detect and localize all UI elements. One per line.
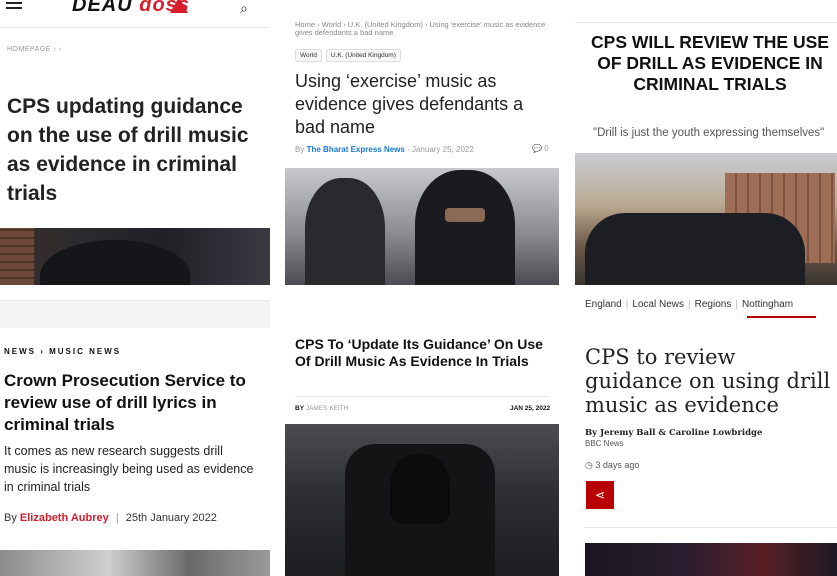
byline-prefix: By — [4, 512, 17, 524]
share-button[interactable]: ⋖ — [586, 481, 614, 509]
nav-item-regions[interactable]: Regions — [695, 299, 732, 310]
article-headline: CPS to review guidance on using drill mu… — [585, 345, 831, 417]
article-title: Using ‘exercise’ music as evidence gives… — [295, 71, 524, 137]
byline-separator: | — [115, 512, 119, 524]
section-label[interactable]: NEWS › MUSIC NEWS — [4, 347, 121, 356]
breadcrumb[interactable]: HOMEPAGE › › — [7, 46, 61, 53]
divider — [585, 527, 837, 528]
publish-date: - January 25, 2022 — [407, 145, 474, 154]
nav-separator: | — [625, 299, 629, 310]
nav-separator: | — [735, 299, 738, 310]
image-group-of-people — [585, 213, 805, 285]
nav-item-england[interactable]: England — [585, 299, 622, 310]
comment-count[interactable]: 💬 0 — [532, 144, 549, 153]
section-nav: England | Local News | Regions | Nottingham — [585, 299, 793, 310]
publish-time-value: 3 days ago — [595, 460, 640, 470]
header-divider — [575, 22, 837, 23]
site-header: DEAU doss ⌕ — [0, 0, 270, 28]
tag-uk[interactable]: U.K. (United Kingdom) — [325, 49, 401, 62]
panel-divider — [0, 300, 270, 328]
tag-list: World U.K. (United Kingdom) — [295, 49, 401, 62]
image-masked-figure — [390, 454, 450, 524]
article-subheading: It comes as new research suggests drill … — [4, 444, 254, 494]
article-headline: Crown Prosecution Service to review use … — [4, 371, 246, 434]
bharat-express-article-panel: Home › World › U.K. (United Kingdom) › U… — [285, 0, 560, 576]
nav-separator: | — [688, 299, 691, 310]
image-brick-wall — [0, 228, 34, 285]
comment-count-value: 0 — [544, 144, 549, 153]
publish-date: JAN 25, 2022 — [510, 405, 551, 412]
article-hero-image — [575, 153, 837, 285]
byline: By Elizabeth Aubrey | 25th January 2022 — [4, 512, 217, 524]
byline: BY JAMES KEITH — [295, 405, 348, 412]
by-label: By — [295, 145, 305, 154]
bbc-article-panel: CPS WILL REVIEW THE USE OF DRILL AS EVID… — [575, 0, 837, 576]
byline-authors: By Jeremy Ball & Caroline Lowbridge — [585, 428, 763, 438]
hamburger-menu-icon[interactable] — [6, 2, 22, 14]
nav-item-nottingham[interactable]: Nottingham — [742, 299, 793, 310]
breadcrumb[interactable]: Home › World › U.K. (United Kingdom) › U… — [295, 21, 555, 37]
publish-time: ◷ 3 days ago — [585, 460, 639, 471]
nav-item-local-news[interactable]: Local News — [632, 299, 684, 310]
author-link[interactable]: Elizabeth Aubrey — [20, 512, 109, 524]
publish-date: 25th January 2022 — [125, 512, 217, 524]
image-hooded-figure-left — [305, 178, 385, 285]
tag-world[interactable]: World — [295, 49, 322, 62]
share-icon: ⋖ — [594, 488, 606, 502]
article-image — [285, 424, 559, 576]
active-nav-indicator — [747, 316, 816, 318]
article-quote: "Drill is just the youth expressing them… — [593, 127, 825, 139]
image-hooded-figure — [40, 240, 190, 285]
comment-icon: 💬 — [532, 144, 542, 153]
article-headline: CPS To ‘Update Its Guidance’ On Use Of D… — [295, 336, 543, 369]
article-hero-image — [285, 168, 559, 285]
article-title: CPS updating guidance on the use of dril… — [7, 95, 249, 205]
search-icon[interactable]: ⌕ — [240, 0, 248, 17]
nme-article-panel: DEAU doss ⌕ HOMEPAGE › › CPS updating gu… — [0, 0, 270, 576]
source-link[interactable]: The Bharat Express News — [307, 145, 405, 154]
divider — [295, 396, 550, 397]
logo-text-part1: DEAU — [72, 0, 133, 16]
byline-org: BBC News — [585, 439, 624, 448]
article-title: CPS WILL REVIEW THE USE OF DRILL AS EVID… — [591, 32, 829, 94]
author-link[interactable]: JAMES KEITH — [306, 405, 349, 412]
article-meta: By The Bharat Express News - January 25,… — [295, 145, 474, 154]
image-hooded-figure-right — [415, 170, 515, 285]
article-image — [585, 543, 837, 576]
clock-icon: ◷ — [585, 460, 593, 470]
logo-star-icon — [170, 0, 188, 13]
article-hero-image — [0, 228, 270, 285]
article-image-bottom — [0, 550, 270, 576]
image-face — [445, 208, 485, 222]
by-label: BY — [295, 405, 305, 412]
